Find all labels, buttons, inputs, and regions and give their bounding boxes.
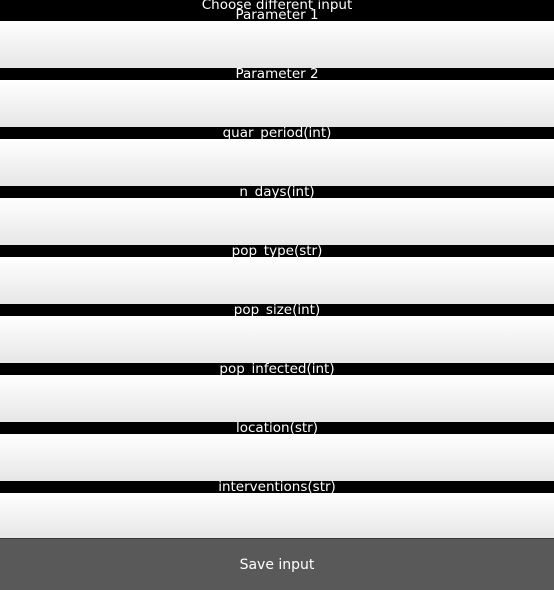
quar-period-input[interactable] [0, 139, 554, 186]
n-days-input[interactable] [0, 198, 554, 245]
location-input[interactable] [0, 434, 554, 481]
interventions-input[interactable] [0, 493, 554, 540]
parameter-1-input[interactable] [0, 21, 554, 68]
save-input-button[interactable]: Save input [0, 538, 554, 590]
pop-infected-input[interactable] [0, 375, 554, 422]
pop-size-input[interactable] [0, 316, 554, 363]
parameter-2-input[interactable] [0, 80, 554, 127]
pop-type-input[interactable] [0, 257, 554, 304]
